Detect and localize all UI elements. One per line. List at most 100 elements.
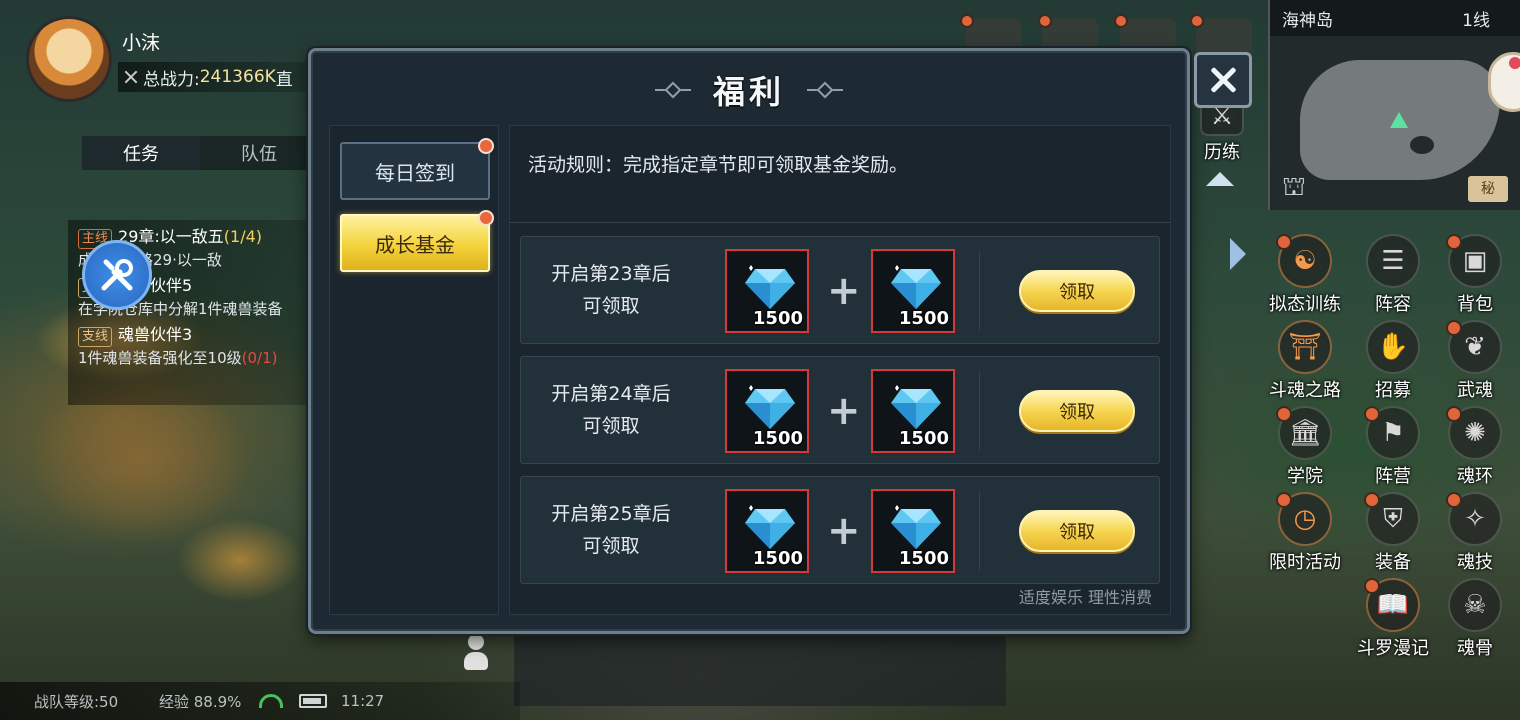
wrench-screwdriver-icon [101, 259, 133, 291]
menu-label: 学院 [1287, 466, 1323, 487]
item-count: 1500 [898, 548, 949, 569]
notify-dot [1364, 406, 1380, 422]
condition-line2: 可领取 [582, 535, 640, 557]
menu-item-soul-road[interactable]: ⛩ 斗魂之路 [1260, 320, 1350, 401]
quest-item[interactable]: 支线 魂兽伙伴3 1件魂兽装备强化至10级(0/1) [78, 324, 308, 369]
condition-line1: 开启第23章后 [551, 263, 671, 285]
reward-item-slot[interactable]: 1500 [871, 249, 955, 333]
map-location: 海神岛 [1282, 10, 1333, 31]
notify-dot [1190, 14, 1204, 28]
recruit-icon: ✋ [1366, 320, 1420, 374]
menu-label: 装备 [1375, 552, 1411, 573]
quest-title: 魂兽伙伴3 [118, 325, 193, 344]
reward-row: 开启第23章后 可领取 1500 + 1500 领取 [520, 236, 1160, 344]
health-notice: 适度娱乐 理性消费 [1018, 588, 1152, 607]
town-icon[interactable]: ⛫ [1282, 172, 1306, 206]
ornament-right-icon [807, 84, 843, 96]
menu-item-recruit[interactable]: ✋ 招募 [1348, 320, 1438, 401]
power-label: 总战力: [143, 69, 200, 90]
team-level: 战队等级:50 [34, 692, 119, 711]
notify-dot [960, 14, 974, 28]
menu-label: 魂骨 [1457, 638, 1493, 659]
tab-growth-fund[interactable]: 成长基金 [340, 210, 494, 272]
welfare-dialog: 福利 每日签到 成长基金 活动规则：完成指定章节即可领取基金奖励。 开启第23章… [308, 48, 1190, 634]
menu-label: 魂环 [1457, 466, 1493, 487]
notify-dot [1446, 492, 1462, 508]
menu-item-limited-event[interactable]: ◷ 限时活动 [1260, 492, 1350, 573]
team-icon: ☰ [1366, 234, 1420, 288]
condition-line1: 开启第24章后 [551, 383, 671, 405]
player-name: 小沫 [122, 32, 161, 54]
quest-desc: 1件魂兽装备强化至10级(0/1) [78, 347, 308, 369]
notify-dot [1364, 492, 1380, 508]
power-suffix: 直 [275, 69, 293, 90]
tab-team[interactable]: 队伍 [200, 136, 318, 170]
menu-item-lineup[interactable]: ☰ 阵容 [1348, 234, 1438, 315]
quest-progress: (1/4) [223, 227, 263, 246]
menu-item-faction[interactable]: ⚑ 阵营 [1348, 406, 1438, 487]
reward-item-slot[interactable]: 1500 [725, 369, 809, 453]
player-marker-icon [1390, 112, 1408, 128]
diamond-icon [891, 265, 941, 309]
menu-item-mimic-training[interactable]: ☯ 拟态训练 [1260, 234, 1350, 315]
tab-tasks[interactable]: 任务 [82, 136, 200, 170]
item-count: 1500 [898, 428, 949, 449]
notify-dot [478, 210, 494, 226]
dialog-title: 福利 [712, 73, 785, 111]
reward-item-slot[interactable]: 1500 [725, 489, 809, 573]
menu-item-soul-ring[interactable]: ✺ 魂环 [1430, 406, 1520, 487]
arrow-right-icon[interactable] [1230, 238, 1246, 270]
close-icon [1209, 66, 1237, 94]
reward-row: 开启第25章后 可领取 1500 + 1500 领取 [520, 476, 1160, 584]
figure-icon[interactable] [462, 634, 490, 674]
menu-label: 武魂 [1457, 380, 1493, 401]
claim-button[interactable]: 领取 [1019, 510, 1135, 552]
clock: 11:27 [341, 692, 385, 710]
notify-dot [1446, 234, 1462, 250]
menu-item-martial-soul[interactable]: ❦ 武魂 [1430, 320, 1520, 401]
gate-icon: ⛩ [1278, 320, 1332, 374]
hud-tabs: 任务 队伍 [82, 136, 318, 170]
condition-line1: 开启第25章后 [551, 503, 671, 525]
chat-area[interactable] [514, 632, 1006, 706]
condition-line2: 可领取 [582, 295, 640, 317]
menu-item-soul-skill[interactable]: ✧ 魂技 [1430, 492, 1520, 573]
menu-label: 阵营 [1375, 466, 1411, 487]
notify-dot [1364, 578, 1380, 594]
power-row: 总战力: 241366K 直 [118, 62, 338, 92]
minimap[interactable]: 海神岛 1线 ⛫ 秘 [1268, 0, 1520, 210]
close-button[interactable] [1194, 52, 1252, 108]
claim-button[interactable]: 领取 [1019, 270, 1135, 312]
notify-dot [1276, 492, 1292, 508]
reward-condition: 开启第25章后 可领取 [521, 477, 701, 583]
notify-dot [1114, 14, 1128, 28]
item-count: 1500 [752, 308, 803, 329]
menu-label: 魂技 [1457, 552, 1493, 573]
status-bar: 战队等级:50 经验 88.9% 11:27 [0, 682, 520, 720]
menu-item-soul-bone[interactable]: ☠ 魂骨 [1430, 578, 1520, 659]
menu-item-backpack[interactable]: ▣ 背包 [1430, 234, 1520, 315]
menu-item-academy[interactable]: 🏛 学院 [1260, 406, 1350, 487]
quest-tag: 支线 [78, 327, 113, 347]
arrow-up-icon[interactable] [1206, 172, 1234, 186]
tools-button[interactable] [82, 240, 152, 310]
claim-button[interactable]: 领取 [1019, 390, 1135, 432]
menu-label: 阵容 [1375, 294, 1411, 315]
tab-daily-checkin[interactable]: 每日签到 [340, 138, 494, 200]
menu-item-equipment[interactable]: ⛨ 装备 [1348, 492, 1438, 573]
diamond-icon [745, 265, 795, 309]
menu-item-douluo-notes[interactable]: 📖 斗罗漫记 [1348, 578, 1438, 659]
reward-item-slot[interactable]: 1500 [871, 489, 955, 573]
reward-item-slot[interactable]: 1500 [871, 369, 955, 453]
reward-item-slot[interactable]: 1500 [725, 249, 809, 333]
plus-sign: + [827, 268, 861, 314]
notify-dot [1276, 234, 1292, 250]
menu-label: 招募 [1375, 380, 1411, 401]
secret-book-icon[interactable]: 秘 [1468, 176, 1508, 202]
avatar[interactable] [26, 16, 112, 102]
tab-label: 每日签到 [375, 160, 455, 185]
side-pill-icon[interactable] [1488, 52, 1520, 112]
bone-icon: ☠ [1448, 578, 1502, 632]
map-line[interactable]: 1线 [1462, 6, 1490, 31]
menu-label: 拟态训练 [1269, 294, 1341, 315]
